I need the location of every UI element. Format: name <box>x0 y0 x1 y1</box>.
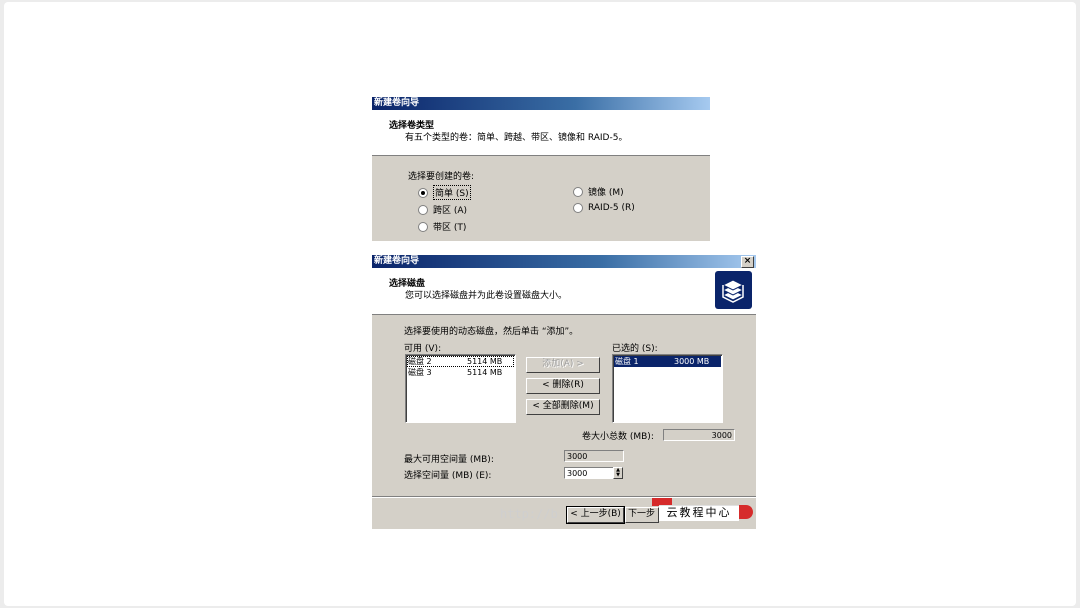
selected-disks-list[interactable]: 磁盘 1 3000 MB <box>612 354 723 423</box>
watermark-text: http://b <box>500 507 558 521</box>
instruction-text: 选择要使用的动态磁盘，然后单击 “添加”。 <box>404 327 579 337</box>
remove-button[interactable]: < 删除(R) <box>526 378 600 394</box>
available-label: 可用 (V): <box>404 344 442 354</box>
list-item[interactable]: 磁盘 3 5114 MB <box>407 367 514 378</box>
window-title: 新建卷向导 <box>374 98 420 108</box>
radio-icon <box>418 204 428 215</box>
radio-icon <box>573 203 583 213</box>
next-button[interactable]: 下一步 <box>625 507 659 523</box>
close-button[interactable]: × <box>741 256 754 268</box>
window-title: 新建卷向导 <box>374 256 420 266</box>
volume-type-group-label: 选择要创建的卷: <box>408 172 475 182</box>
select-space-label: 选择空间量 (MB) (E): <box>404 471 492 481</box>
radio-icon <box>573 186 583 197</box>
header-subtitle: 您可以选择磁盘并为此卷设置磁盘大小。 <box>405 291 568 301</box>
radio-spanned[interactable]: 跨区 (A) <box>418 203 467 216</box>
max-space-value: 3000 <box>564 450 624 462</box>
radio-simple[interactable]: 简单 (S) <box>418 185 471 200</box>
header-subtitle: 有五个类型的卷：简单、跨越、带区、镜像和 RAID-5。 <box>405 133 628 143</box>
select-space-input[interactable]: 3000 <box>564 467 614 479</box>
back-button[interactable]: < 上一步(B) <box>566 506 625 524</box>
radio-striped-label: 带区 (T) <box>433 223 467 233</box>
space-spinner[interactable]: ▲ ▼ <box>613 467 623 479</box>
total-size-value: 3000 <box>663 429 735 441</box>
add-button[interactable]: 添加(A) > <box>526 357 600 373</box>
list-item[interactable]: 磁盘 1 3000 MB <box>614 356 721 367</box>
spin-down-icon[interactable]: ▼ <box>614 473 622 478</box>
total-size-label: 卷大小总数 (MB): <box>582 432 654 442</box>
list-item[interactable]: 磁盘 2 5114 MB <box>407 356 514 367</box>
volume-type-wizard: 新建卷向导 选择卷类型 有五个类型的卷：简单、跨越、带区、镜像和 RAID-5。… <box>372 97 710 241</box>
radio-spanned-label: 跨区 (A) <box>433 206 468 216</box>
select-disks-wizard: 新建卷向导 × 选择磁盘 您可以选择磁盘并为此卷设置磁盘大小。 选择要使用的动态… <box>372 255 756 529</box>
title-bar: 新建卷向导 <box>372 97 710 110</box>
radio-mirrored[interactable]: 镜像 (M) <box>573 185 624 198</box>
max-space-label: 最大可用空间量 (MB): <box>404 455 494 465</box>
radio-raid5[interactable]: RAID-5 (R) <box>573 203 635 213</box>
radio-mirrored-label: 镜像 (M) <box>588 188 624 198</box>
radio-selected-icon <box>418 187 428 198</box>
radio-striped[interactable]: 带区 (T) <box>418 220 466 233</box>
footer-divider <box>372 496 756 498</box>
disk-stack-icon <box>715 271 752 309</box>
title-bar: 新建卷向导 × <box>372 255 756 268</box>
radio-icon <box>418 221 428 232</box>
brand-badge: 云教程中心 <box>659 505 739 521</box>
radio-raid5-label: RAID-5 (R) <box>588 203 635 213</box>
available-disks-list[interactable]: 磁盘 2 5114 MB 磁盘 3 5114 MB <box>405 354 516 423</box>
selected-label: 已选的 (S): <box>612 344 658 354</box>
wizard-header: 选择卷类型 有五个类型的卷：简单、跨越、带区、镜像和 RAID-5。 <box>372 110 710 156</box>
radio-simple-label: 简单 (S) <box>433 185 471 200</box>
wizard-header: 选择磁盘 您可以选择磁盘并为此卷设置磁盘大小。 <box>372 268 756 315</box>
remove-all-button[interactable]: < 全部删除(M) <box>526 399 600 415</box>
